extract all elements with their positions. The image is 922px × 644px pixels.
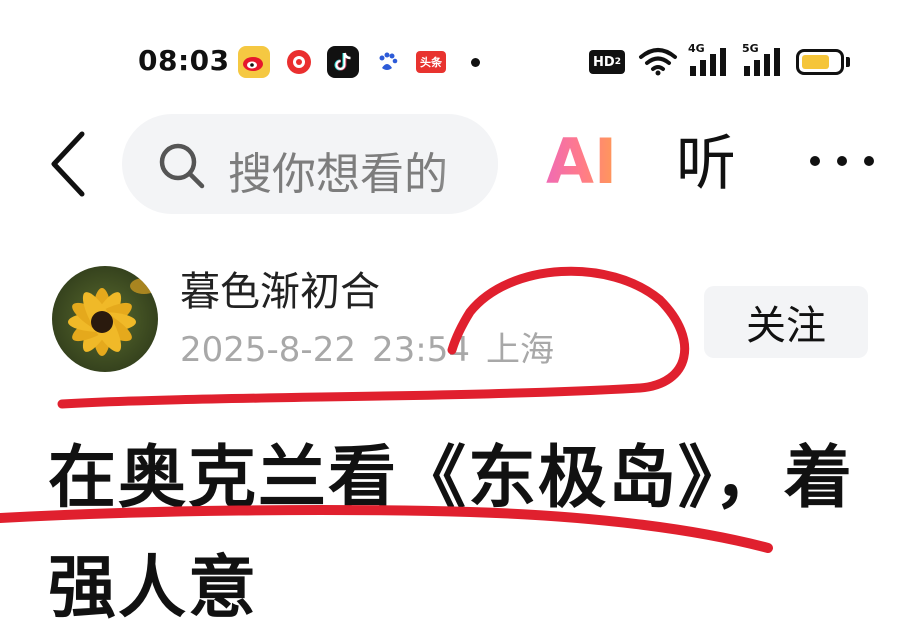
back-icon[interactable] (44, 128, 94, 200)
search-placeholder: 搜你想看的 (228, 149, 448, 200)
post-time: 23:54 (371, 330, 470, 370)
battery-cap (846, 57, 850, 67)
toutiao-icon: 头条 (416, 51, 446, 73)
baidu-icon (372, 46, 404, 78)
tiktok-icon (327, 46, 359, 78)
article-title: 在奥克兰看《东极岛》，着强人意 (48, 439, 855, 628)
follow-button[interactable]: 关注 (704, 286, 868, 358)
author-name[interactable]: 暮色渐初合 (180, 268, 380, 316)
cellular-signal-2-icon: 5G (740, 42, 786, 82)
battery-icon (796, 49, 844, 75)
status-time: 08:03 (138, 44, 230, 77)
search-icon (156, 140, 208, 196)
post-meta: 2025-8-22 23:54 上海 (180, 328, 554, 372)
weibo-icon (238, 46, 270, 78)
listen-button[interactable]: 听 (676, 128, 736, 200)
avatar[interactable] (52, 266, 158, 372)
search-input[interactable]: 搜你想看的 (122, 114, 498, 214)
xiaohongshu-icon (283, 46, 315, 78)
cellular-signal-1-icon: 4G (686, 42, 732, 82)
wifi-icon (638, 46, 678, 80)
more-options-icon[interactable] (810, 156, 876, 170)
post-date: 2025-8-22 (180, 330, 356, 370)
battery-level (802, 55, 829, 69)
ai-button[interactable]: AI (546, 126, 617, 198)
hd-voice-icon: HD 2 (589, 50, 625, 74)
search-fade (438, 114, 498, 214)
post-location: 上海 (485, 330, 554, 370)
more-notifications-dot (471, 58, 480, 67)
status-bar: 08:03 头条 HD 2 4G 5G (0, 0, 922, 120)
